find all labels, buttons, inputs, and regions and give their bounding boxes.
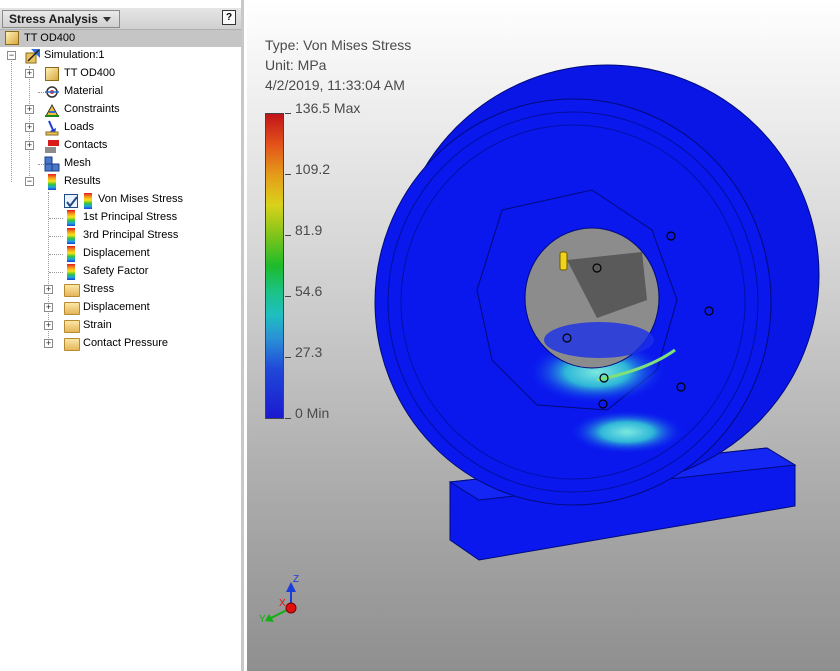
x-axis-dot (285, 602, 297, 614)
help-button[interactable]: ? (222, 10, 236, 25)
browser-title: Stress Analysis (9, 12, 98, 26)
tree-node-mesh[interactable]: Mesh (0, 155, 241, 173)
stress-analysis-dropdown[interactable]: Stress Analysis (2, 10, 120, 28)
result-plot-icon (67, 264, 75, 280)
tree-label: Stress (83, 283, 115, 295)
tree-label: Von Mises Stress (98, 193, 183, 205)
mesh-icon (44, 156, 60, 172)
result-plot-icon (84, 193, 92, 209)
graphics-viewport[interactable]: Type: Von Mises Stress Unit: MPa 4/2/201… (247, 0, 840, 671)
model-browser-panel: Stress Analysis ? TT OD400 − Simulation:… (0, 0, 244, 671)
tree-label: TT OD400 (64, 67, 116, 79)
bore-lip (544, 322, 654, 358)
tree-node-material[interactable]: Material (0, 83, 241, 101)
scale-min-label: 0 Min (295, 405, 330, 421)
tree-label: Simulation:1 (44, 49, 105, 61)
scale-tick-label: 109.2 (295, 161, 331, 177)
tree-node-results[interactable]: − Results (0, 173, 241, 191)
tree-label: Results (64, 175, 101, 187)
tree-label: 1st Principal Stress (83, 211, 178, 223)
tree-node-safety-factor[interactable]: Safety Factor (0, 263, 241, 281)
results-icon (48, 174, 56, 190)
scale-tick-label: 27.3 (295, 344, 323, 360)
tree-label: Contact Pressure (83, 337, 168, 349)
tree-node-stress-folder[interactable]: + Stress (0, 281, 241, 299)
tree-node-contact-pressure-folder[interactable]: + Contact Pressure (0, 335, 241, 353)
result-plot-icon (67, 228, 75, 244)
folder-icon (64, 320, 80, 333)
locating-pin (559, 251, 568, 271)
scale-tick-label: 54.6 (295, 283, 323, 299)
tree-node-strain-folder[interactable]: + Strain (0, 317, 241, 335)
tree-node-1st-principal[interactable]: 1st Principal Stress (0, 209, 241, 227)
tree-node-von-mises[interactable]: Von Mises Stress (0, 191, 241, 211)
expand-icon[interactable]: + (25, 105, 34, 114)
tree-label: Loads (64, 121, 94, 133)
active-result-checkbox[interactable] (64, 194, 78, 208)
expand-icon[interactable]: + (44, 285, 53, 294)
scale-tick (285, 357, 291, 358)
scale-tick-label: 81.9 (295, 222, 323, 238)
tree-label: Displacement (83, 247, 150, 259)
contacts-icon (44, 138, 60, 154)
view-triad[interactable]: Z X Y (255, 570, 315, 630)
assembly-icon (45, 67, 59, 81)
scale-tick (285, 418, 291, 419)
expand-icon[interactable]: + (25, 141, 34, 150)
scale-tick (285, 296, 291, 297)
tree-node-constraints[interactable]: + Constraints (0, 101, 241, 119)
constraints-icon (44, 102, 60, 118)
tree-node-part[interactable]: + TT OD400 (0, 65, 241, 83)
document-label: TT OD400 (24, 32, 76, 44)
tree-label: Safety Factor (83, 265, 149, 277)
expand-icon[interactable]: + (25, 123, 34, 132)
result-type-label: Type: Von Mises Stress (265, 37, 412, 53)
assembly-icon (5, 31, 19, 45)
x-axis-label: X (279, 598, 286, 609)
y-axis-label: Y (259, 614, 266, 625)
collapse-icon[interactable]: − (7, 51, 16, 60)
z-axis-label: Z (293, 574, 299, 585)
expand-icon[interactable]: + (44, 339, 53, 348)
expand-icon[interactable]: + (44, 303, 53, 312)
tree-label: Displacement (83, 301, 150, 313)
tree-node-3rd-principal[interactable]: 3rd Principal Stress (0, 227, 241, 245)
color-scale-bar (265, 113, 284, 419)
folder-icon (64, 284, 80, 297)
tree-label: 3rd Principal Stress (83, 229, 179, 241)
tree-label: Constraints (64, 103, 120, 115)
expand-icon[interactable]: + (44, 321, 53, 330)
folder-icon (64, 338, 80, 351)
stress-hotspot (569, 410, 685, 454)
collapse-icon[interactable]: − (25, 177, 34, 186)
scale-max-label: 136.5 Max (295, 100, 361, 116)
result-plot-icon (67, 210, 75, 226)
scale-tick (285, 174, 291, 175)
document-node[interactable]: TT OD400 (0, 30, 241, 47)
result-unit-label: Unit: MPa (265, 57, 327, 73)
chevron-down-icon (103, 17, 111, 22)
result-plot-icon (67, 246, 75, 262)
tree-label: Material (64, 85, 104, 97)
tree-node-simulation[interactable]: − Simulation:1 (0, 47, 241, 65)
material-icon (44, 84, 60, 100)
tree-node-loads[interactable]: + Loads (0, 119, 241, 137)
tree-node-displacement-folder[interactable]: + Displacement (0, 299, 241, 317)
simulation-icon (25, 48, 41, 64)
expand-icon[interactable]: + (25, 69, 34, 78)
tree-node-displacement-result[interactable]: Displacement (0, 245, 241, 263)
tree-node-contacts[interactable]: + Contacts (0, 137, 241, 155)
loads-icon (44, 120, 60, 136)
browser-header: Stress Analysis ? (0, 8, 241, 30)
scale-tick (285, 235, 291, 236)
tree-label: Contacts (64, 139, 108, 151)
folder-icon (64, 302, 80, 315)
scale-tick (285, 113, 291, 114)
tree-label: Strain (83, 319, 112, 331)
result-timestamp: 4/2/2019, 11:33:04 AM (265, 77, 405, 93)
tree-label: Mesh (64, 157, 91, 169)
